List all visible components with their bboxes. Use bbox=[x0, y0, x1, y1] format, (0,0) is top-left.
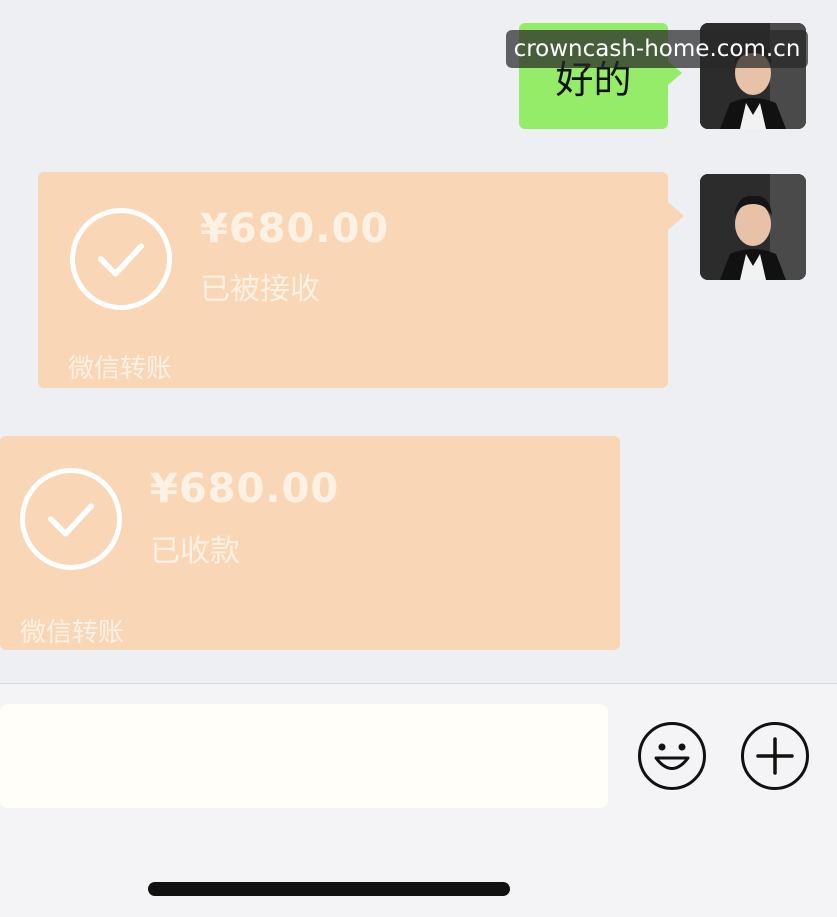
check-circle-icon bbox=[20, 468, 122, 570]
message-input[interactable] bbox=[0, 704, 608, 808]
more-button[interactable] bbox=[741, 722, 809, 790]
home-indicator bbox=[148, 882, 510, 896]
transfer-footer: 微信转账 bbox=[68, 354, 173, 384]
plus-icon bbox=[756, 737, 794, 775]
input-bar bbox=[0, 683, 837, 917]
check-circle-icon bbox=[70, 208, 172, 310]
emoji-icon bbox=[654, 743, 690, 770]
transfer-status: 已被接收 bbox=[200, 272, 320, 307]
transfer-status: 已收款 bbox=[150, 534, 240, 569]
transfer-sent-bubble[interactable]: ¥680.00 已被接收 微信转账 bbox=[38, 172, 684, 388]
watermark: crowncash-home.com.cn bbox=[506, 30, 808, 68]
chat-area: 好的 crowncash-home.com.cn ¥680.00 已被接收 微信… bbox=[0, 0, 837, 683]
emoji-button[interactable] bbox=[638, 722, 706, 790]
transfer-amount: ¥680.00 bbox=[200, 206, 390, 252]
transfer-amount: ¥680.00 bbox=[150, 466, 340, 512]
watermark-text: crowncash-home.com.cn bbox=[513, 36, 801, 62]
user-avatar[interactable] bbox=[700, 174, 806, 280]
transfer-footer: 微信转账 bbox=[20, 618, 125, 648]
avatar-photo-icon bbox=[700, 174, 806, 280]
transfer-received-bubble[interactable]: ¥680.00 已收款 微信转账 bbox=[0, 436, 620, 650]
